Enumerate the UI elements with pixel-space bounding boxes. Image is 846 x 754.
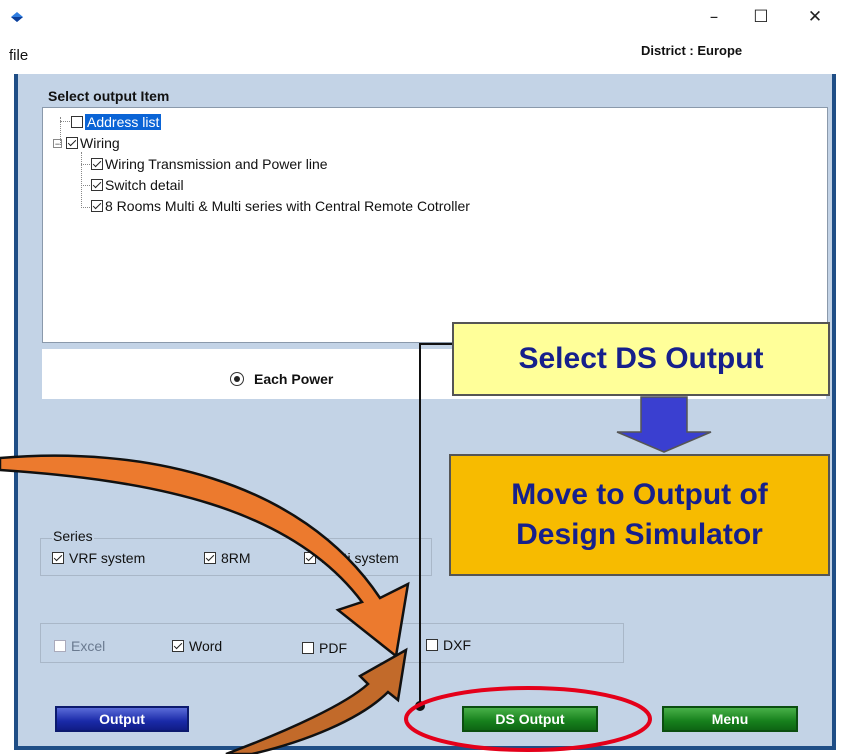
menu-bar: file District : Europe (0, 36, 846, 74)
tree-connector (81, 207, 90, 208)
menu-file[interactable]: file (9, 47, 28, 64)
format-excel[interactable]: Excel (54, 638, 105, 654)
format-word[interactable]: Word (172, 638, 222, 654)
app-icon (11, 12, 23, 22)
checkbox[interactable] (426, 639, 438, 651)
each-power-label: Each Power (254, 371, 334, 387)
tree-item-8rooms-multi[interactable]: 8 Rooms Multi & Multi series with Centra… (91, 198, 470, 214)
checkbox[interactable] (302, 642, 314, 654)
ds-output-button[interactable]: DS Output (462, 706, 598, 732)
format-pdf[interactable]: PDF (302, 640, 347, 656)
select-output-title: Select output Item (48, 88, 170, 104)
menu-button[interactable]: Menu (662, 706, 798, 732)
minimize-button[interactable]: – (694, 4, 734, 30)
option-label: 8RM (221, 550, 251, 566)
tree-item-label: 8 Rooms Multi & Multi series with Centra… (105, 198, 470, 214)
tree-item-switch-detail[interactable]: Switch detail (91, 177, 184, 193)
tree-item-address-list[interactable]: Address list (71, 114, 162, 130)
checkbox[interactable] (54, 640, 66, 652)
checkbox[interactable] (91, 158, 103, 170)
each-power-radio[interactable] (230, 372, 244, 386)
format-dxf[interactable]: DXF (426, 637, 471, 653)
checkbox[interactable] (304, 552, 316, 564)
output-button[interactable]: Output (55, 706, 189, 732)
option-label: VRF system (69, 550, 146, 566)
checkbox[interactable] (91, 179, 103, 191)
tree-item-label: Wiring (80, 135, 120, 151)
option-label: PDF (319, 640, 347, 656)
output-item-tree[interactable]: Address list − Wiring Wiring Transmissio… (42, 107, 828, 343)
close-button[interactable]: ✕ (795, 4, 835, 30)
callout-line-2: Design Simulator (516, 518, 763, 551)
checkbox[interactable] (66, 137, 78, 149)
series-vrf-system[interactable]: VRF system (52, 550, 145, 566)
checkbox[interactable] (71, 116, 83, 128)
checkbox[interactable] (91, 200, 103, 212)
callout-select-ds-output: Select DS Output (452, 322, 830, 396)
option-label: Multi system (321, 550, 399, 566)
tree-item-label: Switch detail (105, 177, 184, 193)
series-8rm[interactable]: 8RM (204, 550, 251, 566)
option-label: DXF (443, 637, 471, 653)
option-label: Word (189, 638, 223, 654)
tree-item-wiring[interactable]: − Wiring (53, 135, 120, 151)
callout-line-1: Move to Output of (511, 478, 768, 511)
tree-connector (81, 164, 90, 165)
maximize-button[interactable]: ☐ (741, 4, 781, 30)
checkbox[interactable] (52, 552, 64, 564)
collapse-toggle-icon[interactable]: − (53, 138, 62, 148)
option-label: Excel (71, 638, 106, 654)
tree-connector (60, 121, 70, 122)
tree-item-label: Address list (85, 114, 162, 130)
district-label: District : Europe (641, 43, 743, 58)
tree-connector (81, 152, 82, 208)
tree-item-wiring-transmission[interactable]: Wiring Transmission and Power line (91, 156, 328, 172)
tree-connector (81, 185, 90, 186)
series-multi-system[interactable]: Multi system (304, 550, 399, 566)
tree-item-label: Wiring Transmission and Power line (105, 156, 328, 172)
series-title: Series (52, 528, 94, 544)
checkbox[interactable] (204, 552, 216, 564)
checkbox[interactable] (172, 640, 184, 652)
callout-move-to-design-simulator: Move to Output of Design Simulator (449, 454, 830, 576)
title-bar: – ☐ ✕ (0, 0, 846, 36)
